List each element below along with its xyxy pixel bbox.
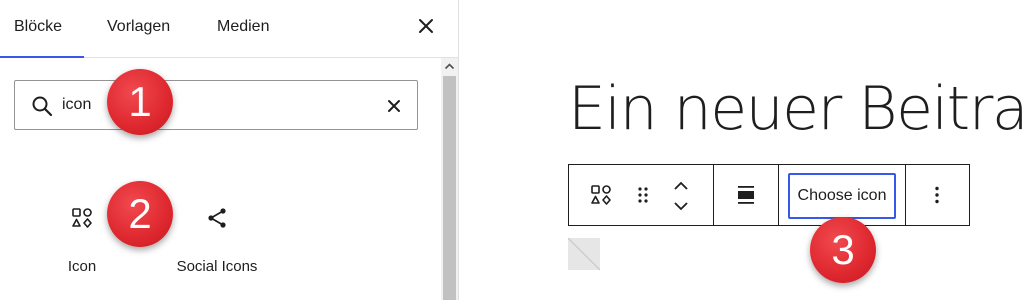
callout-badge-3: 3 [810, 217, 876, 283]
search-icon [32, 96, 53, 117]
clear-search-button[interactable] [383, 95, 405, 117]
drag-handle[interactable] [631, 183, 655, 207]
block-inserter-panel: Blöcke Vorlagen Medien Icon [0, 0, 459, 300]
callout-badge-2: 2 [107, 181, 173, 247]
scroll-up-arrow-icon[interactable] [441, 58, 458, 75]
block-result-label: Icon [67, 258, 97, 275]
more-options-button[interactable] [925, 183, 949, 207]
clear-icon [388, 100, 400, 112]
callout-badge-1: 1 [107, 69, 173, 135]
icon-block-placeholder[interactable] [568, 238, 600, 270]
block-type-button[interactable] [589, 183, 613, 207]
choose-icon-button[interactable]: Choose icon [788, 173, 896, 219]
drag-handle-icon [638, 187, 648, 203]
share-icon [208, 208, 226, 228]
align-button[interactable] [734, 183, 758, 207]
tab-medien[interactable]: Medien [217, 18, 269, 36]
close-icon [419, 19, 433, 33]
block-result-social-icons[interactable]: Social Icons [157, 198, 277, 282]
scrollbar-thumb[interactable] [443, 76, 456, 300]
tab-bloecke[interactable]: Blöcke [14, 18, 62, 36]
chevron-down-icon [674, 202, 688, 211]
close-button[interactable] [414, 14, 438, 38]
chevron-up-icon [674, 181, 688, 190]
move-up-button[interactable] [669, 175, 693, 195]
toolbar-divider [905, 165, 906, 225]
post-title[interactable]: Ein neuer Beitrag [568, 74, 1024, 144]
toolbar-divider [713, 165, 714, 225]
icon-block-icon [72, 208, 92, 228]
move-down-button[interactable] [669, 197, 693, 217]
active-tab-indicator [0, 56, 84, 58]
tab-vorlagen[interactable]: Vorlagen [107, 18, 170, 36]
toolbar-divider [778, 165, 779, 225]
block-toolbar: Choose icon [568, 164, 970, 226]
block-search-field[interactable] [14, 80, 418, 130]
icon-block-icon [591, 185, 611, 205]
placeholder-icon [568, 238, 600, 270]
more-options-icon [935, 186, 939, 204]
scrollbar[interactable] [441, 58, 458, 300]
block-result-label: Social Icons [176, 258, 258, 275]
align-icon [738, 186, 754, 204]
